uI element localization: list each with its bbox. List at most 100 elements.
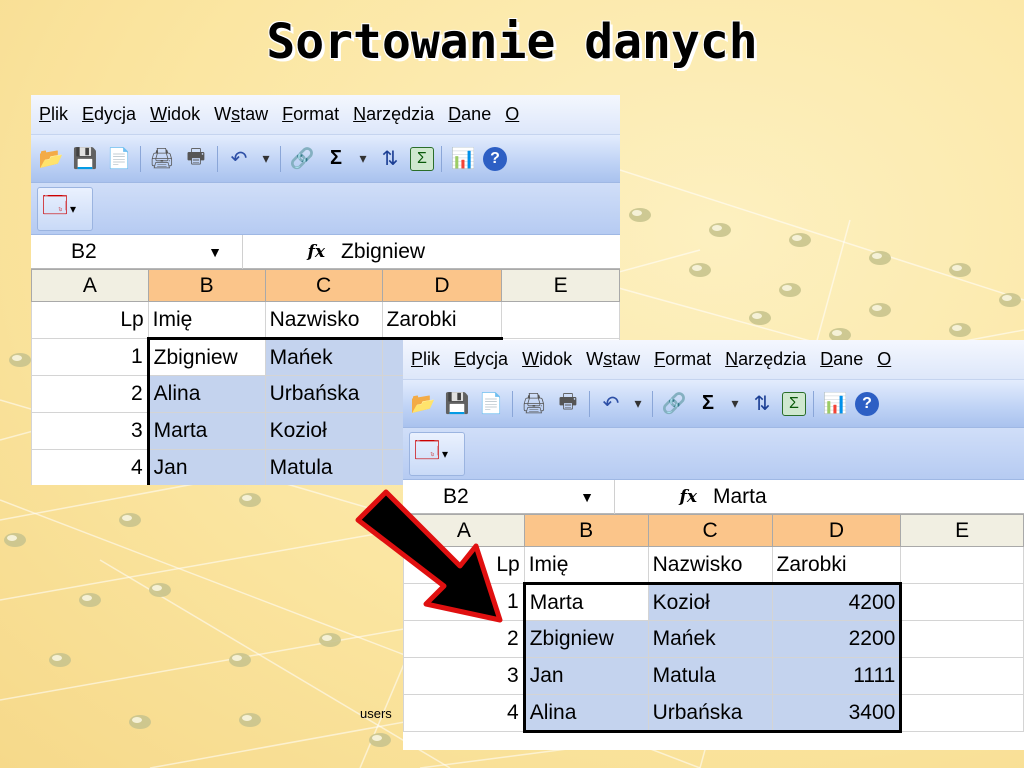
hyperlink-icon[interactable]: 🔗 [288,145,316,173]
help-icon[interactable]: ? [483,146,507,171]
formula-input[interactable]: Marta [709,485,767,509]
undo-icon[interactable]: ↶ [225,145,253,173]
menu-item[interactable]: Plik [411,349,440,370]
function-icon[interactable]: Σ [782,391,806,416]
header-cell[interactable] [900,546,1024,584]
header-cell[interactable]: Nazwisko [264,301,383,339]
header-cell[interactable]: Zarobki [381,301,503,339]
cell-e[interactable] [900,620,1024,658]
column-header-d[interactable]: D [381,269,503,302]
autosum-icon[interactable]: Σ [322,145,350,173]
autosum-dropdown-icon[interactable]: ▾ [728,390,742,418]
header-cell[interactable]: Nazwisko [647,546,773,584]
print-preview-icon[interactable]: 🖨 [148,145,176,173]
cell-imie[interactable]: Alina [522,694,649,733]
formula-input[interactable]: Zbigniew [337,240,425,264]
cell-lp[interactable]: 1 [31,338,149,376]
cell-zarobki[interactable]: 1111 [771,657,903,695]
menu-item[interactable]: Edycja [454,349,508,370]
cell-imie[interactable]: Zbigniew [522,620,649,658]
cell-lp[interactable]: 4 [403,694,525,732]
cell-nazwisko[interactable]: Matula [647,657,773,695]
menu-item[interactable]: Wstaw [586,349,640,370]
print-icon[interactable]: 🖶 [182,145,210,173]
sort-ascending-icon[interactable]: ⇅ [376,145,404,173]
open-folder-icon[interactable]: 📂 [37,145,65,173]
print-icon[interactable]: 🖶 [554,390,582,418]
menu-item[interactable]: Edycja [82,104,136,125]
header-cell[interactable] [501,301,620,339]
cell-imie[interactable]: Marta [146,412,266,450]
menu-item[interactable]: Dane [448,104,491,125]
menu-item[interactable]: Widok [522,349,572,370]
autosum-icon[interactable]: Σ [694,390,722,418]
cell-zarobki[interactable]: 4200 [771,582,903,621]
undo-dropdown-icon[interactable]: ▾ [631,390,645,418]
form-button[interactable]: 🗔 ▾ [409,431,465,476]
menu-item[interactable]: Narzędzia [353,104,434,125]
help-icon[interactable]: ? [855,391,879,416]
cell-lp[interactable]: 2 [31,375,149,413]
column-header-b[interactable]: B [523,514,649,547]
menu-item[interactable]: Dane [820,349,863,370]
column-header-d[interactable]: D [771,514,902,547]
chevron-down-icon[interactable]: ▼ [208,244,222,260]
menu-item[interactable]: Format [282,104,339,125]
hyperlink-icon[interactable]: 🔗 [660,390,688,418]
cell-imie[interactable]: Alina [146,375,266,413]
menu-item[interactable]: Format [654,349,711,370]
cell-lp[interactable]: 4 [31,449,149,485]
cell-imie[interactable]: Marta [522,582,649,621]
cell-nazwisko[interactable]: Urbańska [647,694,773,733]
sort-ascending-icon[interactable]: ⇅ [748,390,776,418]
cell-nazwisko[interactable]: Mańek [264,337,383,376]
cell-imie[interactable]: Jan [522,657,649,695]
column-header-a[interactable]: A [31,269,149,302]
cell-e[interactable] [900,583,1024,621]
column-header-b[interactable]: B [147,269,266,302]
header-cell[interactable]: Imię [147,301,266,339]
column-header-e[interactable]: E [501,269,620,302]
cell-zarobki[interactable]: 2200 [771,620,903,658]
menu-item[interactable]: Widok [150,104,200,125]
permission-icon[interactable]: 📄 [477,390,505,418]
cell-imie[interactable]: Jan [146,449,266,485]
open-folder-icon[interactable]: 📂 [409,390,437,418]
chart-icon[interactable]: 📊 [821,390,849,418]
cell-imie[interactable]: Zbigniew [146,337,266,376]
cell-lp[interactable]: 3 [31,412,149,450]
autosum-dropdown-icon[interactable]: ▾ [356,145,370,173]
name-box[interactable]: B2 ▼ [31,234,243,269]
column-header-c[interactable]: C [264,269,383,302]
cell-nazwisko[interactable]: Mańek [647,620,773,658]
cell-lp[interactable]: 3 [403,657,525,695]
cell-nazwisko[interactable]: Kozioł [264,412,383,450]
chevron-down-icon[interactable]: ▼ [580,489,594,505]
column-header-c[interactable]: C [647,514,773,547]
cell-nazwisko[interactable]: Urbańska [264,375,383,413]
save-icon[interactable]: 💾 [71,145,99,173]
undo-dropdown-icon[interactable]: ▾ [259,145,273,173]
permission-icon[interactable]: 📄 [105,145,133,173]
print-preview-icon[interactable]: 🖨 [520,390,548,418]
insert-function-icon[interactable]: fx [243,242,337,262]
cell-e[interactable] [900,657,1024,695]
menu-item[interactable]: Plik [39,104,68,125]
cell-nazwisko[interactable]: Kozioł [647,582,773,621]
menu-item[interactable]: O [505,104,519,125]
menu-item[interactable]: O [877,349,891,370]
insert-function-icon[interactable]: fx [615,487,709,507]
chart-icon[interactable]: 📊 [449,145,477,173]
cell-e[interactable] [900,694,1024,732]
header-cell[interactable]: Lp [31,301,149,339]
menu-item[interactable]: Narzędzia [725,349,806,370]
menu-item[interactable]: Wstaw [214,104,268,125]
cell-zarobki[interactable]: 3400 [771,694,903,733]
header-cell[interactable]: Imię [523,546,649,584]
column-header-e[interactable]: E [900,514,1024,547]
form-button[interactable]: 🗔 ▾ [37,186,93,231]
function-icon[interactable]: Σ [410,146,434,171]
header-cell[interactable]: Zarobki [771,546,902,584]
save-icon[interactable]: 💾 [443,390,471,418]
undo-icon[interactable]: ↶ [597,390,625,418]
